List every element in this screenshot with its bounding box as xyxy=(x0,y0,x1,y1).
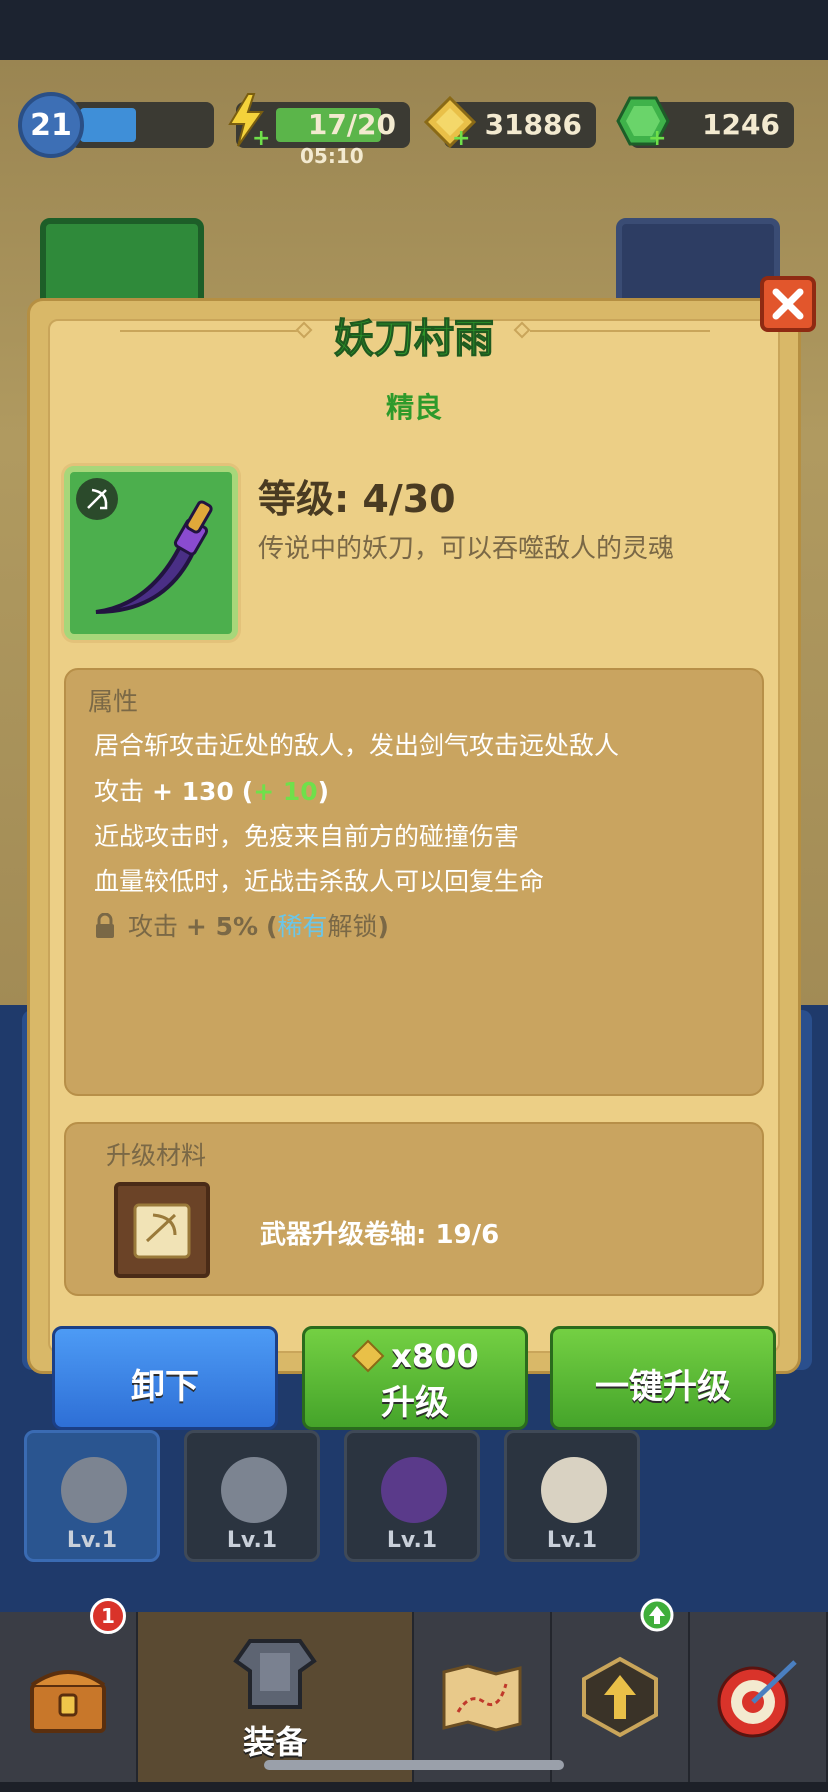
pet-level: Lv.1 xyxy=(546,1528,598,1553)
attack-label: 攻击 xyxy=(94,777,145,806)
item-description: 传说中的妖刀，可以吞噬敌人的灵魂 xyxy=(258,534,675,564)
title-divider-right xyxy=(530,330,710,332)
attack-bonus: + 10 xyxy=(253,777,318,806)
attribute-line: 近战攻击时，免疫来自前方的碰撞伤害 xyxy=(94,822,520,851)
unlock-suffix: 解锁 xyxy=(327,912,378,941)
add-energy-icon[interactable]: + xyxy=(252,126,270,151)
lock-icon xyxy=(96,913,114,938)
upgrade-scroll-icon[interactable] xyxy=(114,1182,210,1278)
pet-slot-panther[interactable]: Lv.1 xyxy=(184,1430,320,1562)
nav-talents[interactable] xyxy=(552,1598,690,1782)
energy-timer: 05:10 xyxy=(300,144,364,168)
energy-value: 17/20 xyxy=(307,108,396,141)
xp-bar xyxy=(70,102,214,148)
item-level: 等级: 4/30 xyxy=(258,477,456,521)
upgrade-label: 升级 xyxy=(381,1383,449,1423)
resource-bar: 21 17/20 + 05:10 31886 + 1246 + xyxy=(0,92,828,168)
attribute-line: 血量较低时，近战击杀敌人可以回复生命 xyxy=(94,867,545,896)
pet-slot-lion[interactable]: Lv.1 xyxy=(24,1430,160,1562)
pet-level: Lv.1 xyxy=(386,1528,438,1553)
attribute-line: 居合斩攻击近处的敌人，发出剑气攻击远处敌人 xyxy=(94,731,620,760)
title-ornament-left xyxy=(295,321,313,339)
locked-attack-value: + 5% xyxy=(185,912,259,941)
pet-level: Lv.1 xyxy=(226,1528,278,1553)
locked-attribute: 攻击 + 5% (稀有解锁) xyxy=(94,907,389,943)
title-divider-left xyxy=(120,330,300,332)
xp-fill xyxy=(80,108,136,142)
item-rarity: 精良 xyxy=(385,391,442,424)
target-icon xyxy=(717,1660,797,1738)
pet-slot-owl[interactable]: Lv.1 xyxy=(504,1430,640,1562)
gold-coin-icon xyxy=(351,1339,385,1373)
map-icon xyxy=(442,1664,522,1732)
attributes-panel: 属性 居合斩攻击近处的敌人，发出剑气攻击远处敌人 攻击 + 130 (+ 10)… xyxy=(64,668,764,1096)
lion-ring-icon xyxy=(61,1457,127,1523)
nav-challenge[interactable] xyxy=(690,1612,828,1782)
attributes-header: 属性 xyxy=(88,687,139,716)
nav-map[interactable] xyxy=(414,1612,552,1782)
upgrade-cost-value: x800 xyxy=(391,1337,479,1375)
pet-level: Lv.1 xyxy=(66,1528,118,1553)
unequip-button[interactable]: 卸下 xyxy=(52,1326,278,1430)
upgrade-available-icon xyxy=(640,1598,674,1632)
attack-attribute: 攻击 + 130 (+ 10) xyxy=(94,777,330,806)
status-bar xyxy=(0,0,828,60)
treasure-chest-icon xyxy=(30,1670,106,1733)
upgrade-cost: x800 xyxy=(305,1337,525,1375)
nav-shop[interactable]: 1 xyxy=(0,1598,138,1782)
armor-icon xyxy=(233,1639,317,1709)
add-gem-icon[interactable]: + xyxy=(648,126,666,151)
owl-pet-icon xyxy=(541,1457,607,1523)
player-level-badge[interactable]: 21 xyxy=(18,92,84,158)
item-title: 妖刀村雨 xyxy=(334,316,495,363)
panther-ring-icon xyxy=(221,1457,287,1523)
add-gold-icon[interactable]: + xyxy=(452,126,470,151)
one-click-upgrade-button[interactable]: 一键升级 xyxy=(550,1326,776,1430)
upgrade-scroll-count: 武器升级卷轴: 19/6 xyxy=(260,1220,500,1250)
locked-attack-label: 攻击 xyxy=(127,912,178,941)
upgrade-button[interactable]: x800 升级 xyxy=(302,1326,528,1430)
item-title-row: 妖刀村雨 xyxy=(0,306,828,363)
nav-equipment-label: 装备 xyxy=(242,1723,307,1761)
reaper-pet-icon xyxy=(381,1457,447,1523)
home-indicator[interactable] xyxy=(264,1760,564,1770)
nav-equipment[interactable]: 装备 xyxy=(138,1612,414,1782)
gold-value: 31886 xyxy=(484,108,582,141)
katana-icon xyxy=(95,500,213,614)
attack-value: + 130 xyxy=(151,777,234,806)
materials-header: 升级材料 xyxy=(106,1141,207,1170)
upgrade-materials-panel: 升级材料 武器升级卷轴: 19/6 xyxy=(64,1122,764,1296)
item-portrait xyxy=(64,466,238,640)
shop-notification-badge: 1 xyxy=(90,1598,126,1634)
upgrade-arrow-icon xyxy=(582,1656,658,1738)
pet-slot-reaper[interactable]: Lv.1 xyxy=(344,1430,480,1562)
gem-value: 1246 xyxy=(702,108,780,141)
title-ornament-right xyxy=(513,321,531,339)
rare-quality-label: 稀有 xyxy=(277,912,328,941)
